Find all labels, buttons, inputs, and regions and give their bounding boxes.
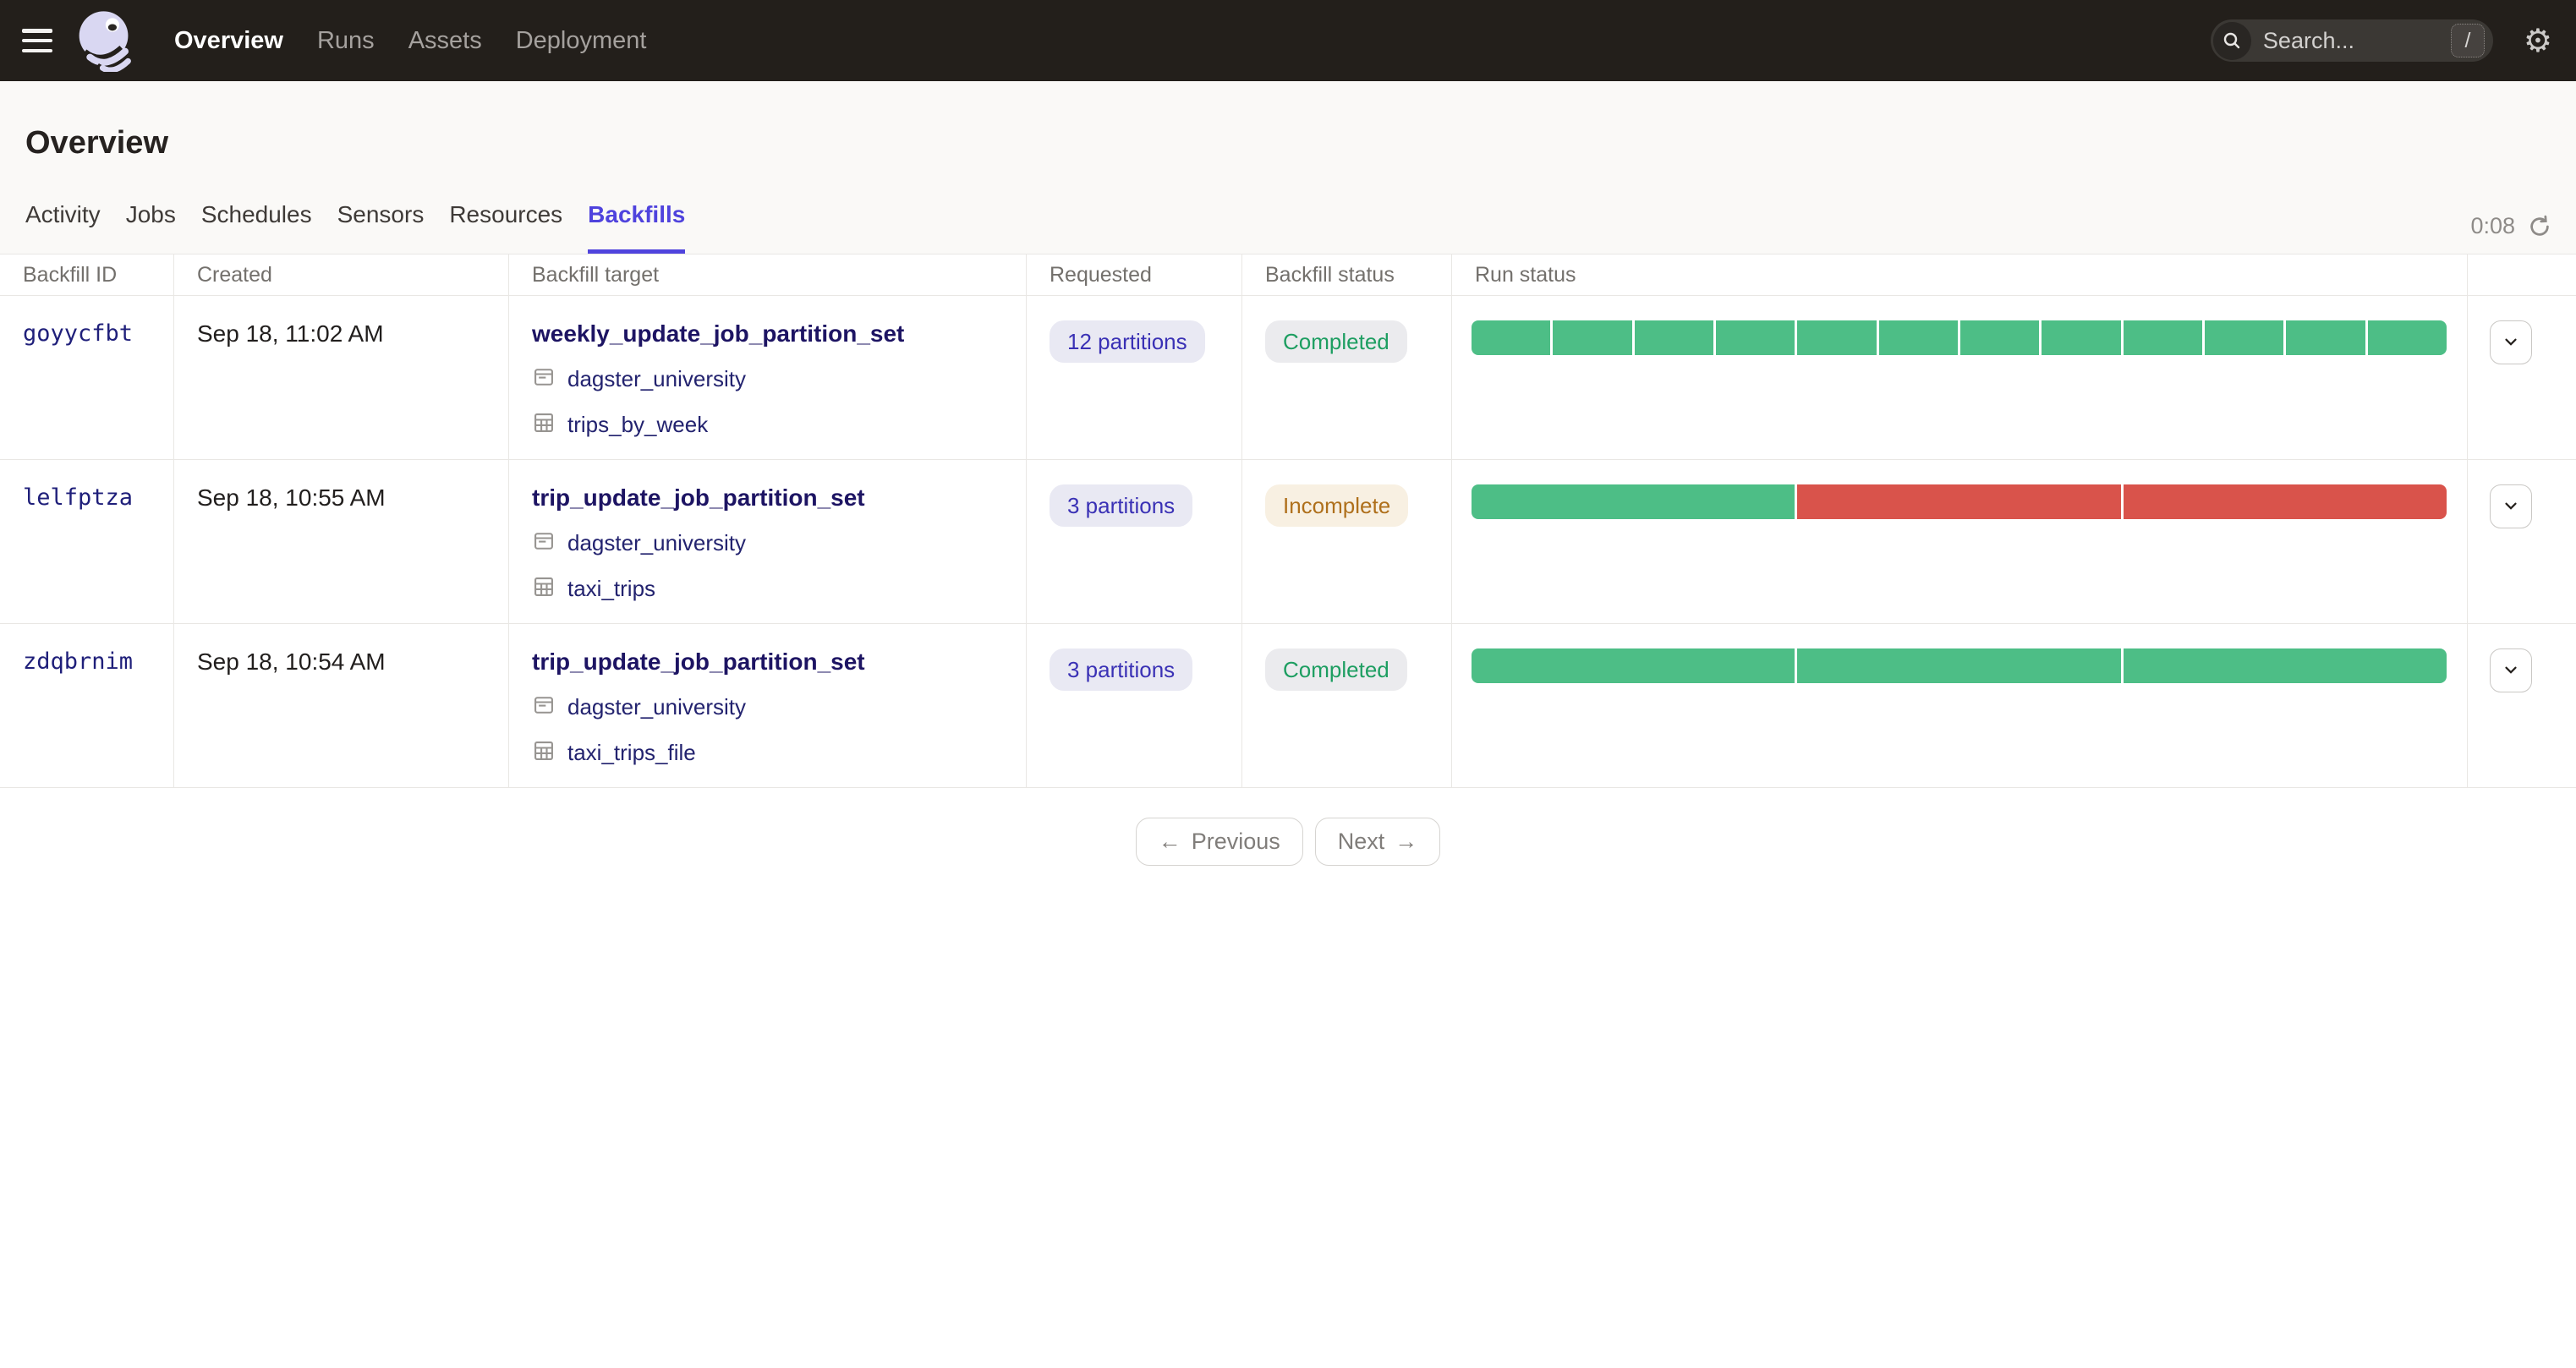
created-timestamp: Sep 18, 11:02 AM bbox=[197, 320, 384, 347]
code-location-icon bbox=[532, 365, 556, 393]
backfills-table: Backfill ID Created Backfill target Requ… bbox=[0, 254, 2576, 788]
backfill-id-link[interactable]: zdqbrnim bbox=[23, 648, 133, 675]
nav-item-overview[interactable]: Overview bbox=[174, 27, 283, 55]
arrow-left-icon: ← bbox=[1158, 829, 1181, 854]
code-location-link[interactable]: dagster_university bbox=[567, 366, 746, 392]
pagination: ← Previous Next → bbox=[0, 818, 2576, 866]
chevron-down-icon bbox=[2502, 660, 2520, 681]
nav-item-runs[interactable]: Runs bbox=[317, 27, 375, 55]
tab-activity[interactable]: Activity bbox=[25, 202, 101, 254]
asset-table-icon bbox=[532, 739, 556, 767]
requested-partitions-badge: 3 partitions bbox=[1050, 648, 1193, 691]
col-header-run-status: Run status bbox=[1452, 254, 2468, 296]
created-timestamp: Sep 18, 10:54 AM bbox=[197, 648, 386, 675]
backfill-target-link[interactable]: trip_update_job_partition_set bbox=[532, 648, 865, 676]
previous-page-label: Previous bbox=[1191, 829, 1280, 854]
asset-table-icon bbox=[532, 575, 556, 603]
tab-backfills[interactable]: Backfills bbox=[588, 202, 686, 254]
backfill-status-badge: Completed bbox=[1265, 648, 1407, 691]
run-status-bar[interactable] bbox=[1472, 484, 2447, 519]
top-nav-bar: Overview Runs Assets Deployment / ⚙ bbox=[0, 0, 2576, 81]
col-header-created: Created bbox=[174, 254, 509, 296]
page-header: Overview Activity Jobs Schedules Sensors… bbox=[0, 81, 2576, 254]
code-location-icon bbox=[532, 529, 556, 557]
row-actions-button[interactable] bbox=[2490, 320, 2532, 364]
run-status-bar[interactable] bbox=[1472, 320, 2447, 355]
tab-resources[interactable]: Resources bbox=[449, 202, 562, 254]
backfill-target-link[interactable]: weekly_update_job_partition_set bbox=[532, 320, 904, 347]
tab-sensors[interactable]: Sensors bbox=[337, 202, 425, 254]
asset-table-icon bbox=[532, 411, 556, 439]
next-page-button[interactable]: Next → bbox=[1314, 818, 1441, 866]
backfill-id-link[interactable]: lelfptza bbox=[23, 484, 133, 511]
code-location-link[interactable]: dagster_university bbox=[567, 694, 746, 720]
table-row: goyycfbt Sep 18, 11:02 AM weekly_update_… bbox=[0, 296, 2576, 460]
refresh-countdown: 0:08 bbox=[2470, 213, 2515, 238]
row-actions-button[interactable] bbox=[2490, 648, 2532, 692]
tab-jobs[interactable]: Jobs bbox=[126, 202, 176, 254]
arrow-right-icon: → bbox=[1395, 829, 1418, 854]
col-header-backfill-id: Backfill ID bbox=[0, 254, 174, 296]
search-box[interactable]: / bbox=[2210, 19, 2493, 62]
code-location-icon bbox=[532, 693, 556, 721]
table-header-row: Backfill ID Created Backfill target Requ… bbox=[0, 254, 2576, 296]
col-header-requested: Requested bbox=[1027, 254, 1242, 296]
dagster-logo-icon[interactable] bbox=[74, 8, 139, 73]
gear-icon[interactable]: ⚙ bbox=[2524, 25, 2552, 57]
tab-schedules[interactable]: Schedules bbox=[201, 202, 312, 254]
code-location-link[interactable]: dagster_university bbox=[567, 530, 746, 556]
chevron-down-icon bbox=[2502, 332, 2520, 353]
search-shortcut-badge: / bbox=[2450, 24, 2485, 57]
backfill-status-badge: Completed bbox=[1265, 320, 1407, 363]
hamburger-menu-icon[interactable] bbox=[22, 29, 52, 52]
next-page-label: Next bbox=[1337, 829, 1385, 854]
search-input[interactable] bbox=[2250, 27, 2451, 54]
table-row: zdqbrnim Sep 18, 10:54 AM trip_update_jo… bbox=[0, 624, 2576, 788]
previous-page-button[interactable]: ← Previous bbox=[1135, 818, 1303, 866]
row-actions-button[interactable] bbox=[2490, 484, 2532, 528]
nav-item-deployment[interactable]: Deployment bbox=[516, 27, 647, 55]
nav-item-assets[interactable]: Assets bbox=[408, 27, 482, 55]
page-title: Overview bbox=[25, 125, 168, 161]
asset-link[interactable]: taxi_trips bbox=[567, 576, 655, 602]
col-header-backfill-target: Backfill target bbox=[509, 254, 1027, 296]
col-header-backfill-status: Backfill status bbox=[1242, 254, 1452, 296]
table-row: lelfptza Sep 18, 10:55 AM trip_update_jo… bbox=[0, 460, 2576, 624]
search-icon bbox=[2212, 21, 2251, 60]
asset-link[interactable]: trips_by_week bbox=[567, 412, 708, 438]
chevron-down-icon bbox=[2502, 496, 2520, 517]
primary-nav: Overview Runs Assets Deployment bbox=[174, 27, 646, 55]
created-timestamp: Sep 18, 10:55 AM bbox=[197, 484, 386, 511]
backfill-id-link[interactable]: goyycfbt bbox=[23, 320, 133, 347]
run-status-bar[interactable] bbox=[1472, 648, 2447, 683]
requested-partitions-badge: 12 partitions bbox=[1050, 320, 1205, 363]
refresh-icon[interactable] bbox=[2527, 214, 2552, 239]
backfill-status-badge: Incomplete bbox=[1265, 484, 1409, 527]
overview-tabs: Activity Jobs Schedules Sensors Resource… bbox=[25, 202, 2576, 254]
requested-partitions-badge: 3 partitions bbox=[1050, 484, 1193, 527]
backfill-target-link[interactable]: trip_update_job_partition_set bbox=[532, 484, 865, 512]
asset-link[interactable]: taxi_trips_file bbox=[567, 740, 696, 766]
